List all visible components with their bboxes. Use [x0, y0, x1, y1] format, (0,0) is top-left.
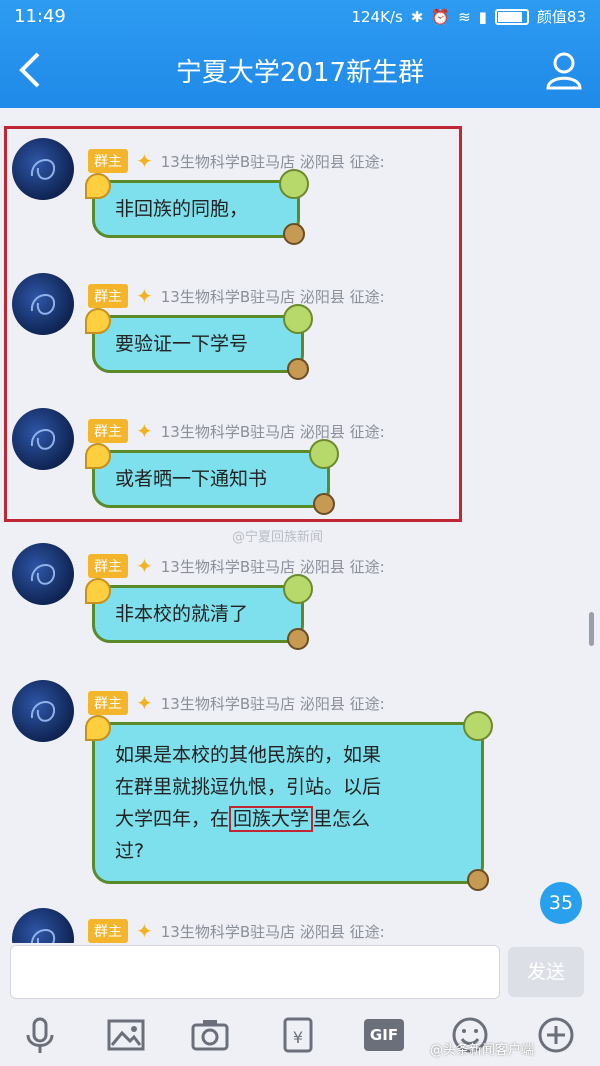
sender-name: 13生物科学B驻马店 泌阳县 征途: [160, 922, 385, 941]
owner-badge: 群主 [88, 554, 128, 578]
sender-name: 13生物科学B驻马店 泌阳县 征途: [160, 152, 385, 171]
avatar[interactable] [12, 273, 74, 335]
message-text-segment: 大学四年，在 [115, 808, 230, 830]
message-bubble[interactable]: 如果是本校的其他民族的，如果 在群里就挑逗仇恨，引站。以后 大学四年，在 回族大学… [85, 711, 493, 891]
bubble-decoration-icon [313, 493, 335, 515]
status-right: 124K/s ✱ ⏰ ≋ ▮ 颜值83 [351, 6, 586, 27]
message-text: 要验证一下学号 [115, 333, 249, 355]
message-bubble[interactable]: 或者晒一下通知书 [85, 439, 339, 515]
sparkle-icon: ✦ [136, 149, 153, 173]
red-packet-icon[interactable]: ¥ [278, 1015, 318, 1055]
avatar[interactable] [12, 680, 74, 742]
camera-icon[interactable] [190, 1015, 230, 1055]
send-button[interactable]: 发送 [508, 947, 584, 997]
avatar[interactable] [12, 543, 74, 605]
input-bar: 发送 [0, 943, 600, 1001]
message-item: 群主 ✦ 13生物科学B驻马店 泌阳县 征途: 非本校的就清了 [0, 533, 600, 663]
wifi-icon: ≋ [458, 7, 471, 26]
message-text-line: 大学四年，在 回族大学 里怎么 [115, 803, 461, 835]
message-item: 群主 ✦ 13生物科学B驻马店 泌阳县 征途: 要验证一下学号 [0, 263, 600, 393]
sender-name: 13生物科学B驻马店 泌阳县 征途: [160, 287, 385, 306]
toolbar: ¥ GIF @头条新闻客户端 [0, 1001, 600, 1066]
watermark-bottom: @头条新闻客户端 [430, 1043, 535, 1058]
sender-line: 群主 ✦ 13生物科学B驻马店 泌阳县 征途: [88, 418, 385, 444]
sender-line: 群主 ✦ 13生物科学B驻马店 泌阳县 征途: [88, 918, 385, 943]
battery-label: 颜值83 [536, 8, 586, 26]
sender-line: 群主 ✦ 13生物科学B驻马店 泌阳县 征途: [88, 690, 385, 716]
svg-text:¥: ¥ [293, 1028, 303, 1047]
avatar[interactable] [12, 908, 74, 943]
bubble-decoration-icon [467, 869, 489, 891]
message-text-line: 如果是本校的其他民族的，如果 [115, 744, 382, 766]
scrollbar[interactable] [589, 612, 594, 646]
sparkle-icon: ✦ [136, 919, 153, 943]
message-item: 群主 ✦ 13生物科学B驻马店 泌阳县 征途: 如果是本校的其他民族的，如果 在… [0, 670, 600, 891]
message-item: 群主 ✦ 13生物科学B驻马店 泌阳县 征途: [0, 898, 600, 943]
message-item: 群主 ✦ 13生物科学B驻马店 泌阳县 征途: 非回族的同胞， [0, 128, 600, 258]
sender-name: 13生物科学B驻马店 泌阳县 征途: [160, 557, 385, 576]
avatar[interactable] [12, 138, 74, 200]
page-title: 宁夏大学2017新生群 [175, 58, 425, 88]
message-text: 非回族的同胞， [115, 198, 249, 220]
net-speed: 124K/s [351, 7, 403, 26]
sender-name: 13生物科学B驻马店 泌阳县 征途: [160, 422, 385, 441]
alarm-icon: ⏰ [431, 7, 451, 26]
microphone-icon[interactable] [20, 1015, 60, 1055]
owner-badge: 群主 [88, 419, 128, 443]
bluetooth-icon: ✱ [410, 7, 424, 26]
message-bubble[interactable]: 非回族的同胞， [85, 169, 309, 245]
message-text-line: 过? [115, 840, 145, 862]
message-bubble[interactable]: 要验证一下学号 [85, 304, 313, 380]
sparkle-icon: ✦ [136, 284, 153, 308]
message-text-line: 在群里就挑逗仇恨，引站。以后 [115, 776, 382, 798]
owner-badge: 群主 [88, 691, 128, 715]
sender-line: 群主 ✦ 13生物科学B驻马店 泌阳县 征途: [88, 283, 385, 309]
bubble-decoration-icon [283, 223, 305, 245]
message-bubble[interactable]: 非本校的就清了 [85, 574, 313, 650]
message-text: 或者晒一下通知书 [115, 468, 268, 490]
message-item: 群主 ✦ 13生物科学B驻马店 泌阳县 征途: 或者晒一下通知书 [0, 398, 600, 528]
plus-icon[interactable] [536, 1015, 576, 1055]
status-bar: 11:49 124K/s ✱ ⏰ ≋ ▮ 颜值83 [0, 0, 600, 34]
owner-badge: 群主 [88, 149, 128, 173]
highlighted-phrase: 回族大学 [229, 806, 314, 832]
sparkle-icon: ✦ [136, 691, 153, 715]
message-text-segment: 里怎么 [313, 808, 371, 830]
owner-badge: 群主 [88, 919, 128, 943]
image-icon[interactable] [106, 1015, 146, 1055]
bubble-decoration-icon [287, 358, 309, 380]
unread-count-badge[interactable]: 35 [540, 882, 582, 924]
battery-icon [494, 8, 529, 25]
signal-icon: ▮ [478, 7, 487, 26]
gif-icon[interactable]: GIF [364, 1019, 404, 1051]
top-bar: 11:49 124K/s ✱ ⏰ ≋ ▮ 颜值83 宁夏大学2017新生群 [0, 0, 600, 108]
bubble-decoration-icon [287, 628, 309, 650]
sparkle-icon: ✦ [136, 419, 153, 443]
sender-name: 13生物科学B驻马店 泌阳县 征途: [160, 694, 385, 713]
sender-line: 群主 ✦ 13生物科学B驻马店 泌阳县 征途: [88, 553, 385, 579]
status-time: 11:49 [14, 6, 66, 27]
owner-badge: 群主 [88, 284, 128, 308]
chat-area[interactable]: 群主 ✦ 13生物科学B驻马店 泌阳县 征途: 非回族的同胞， 群主 ✦ 13生… [0, 108, 600, 943]
sender-line: 群主 ✦ 13生物科学B驻马店 泌阳县 征途: [88, 148, 385, 174]
group-members-icon[interactable] [542, 48, 586, 92]
avatar[interactable] [12, 408, 74, 470]
message-text: 非本校的就清了 [115, 603, 249, 625]
title-bar: 宁夏大学2017新生群 [0, 34, 600, 108]
message-input[interactable] [10, 945, 500, 999]
sparkle-icon: ✦ [136, 554, 153, 578]
